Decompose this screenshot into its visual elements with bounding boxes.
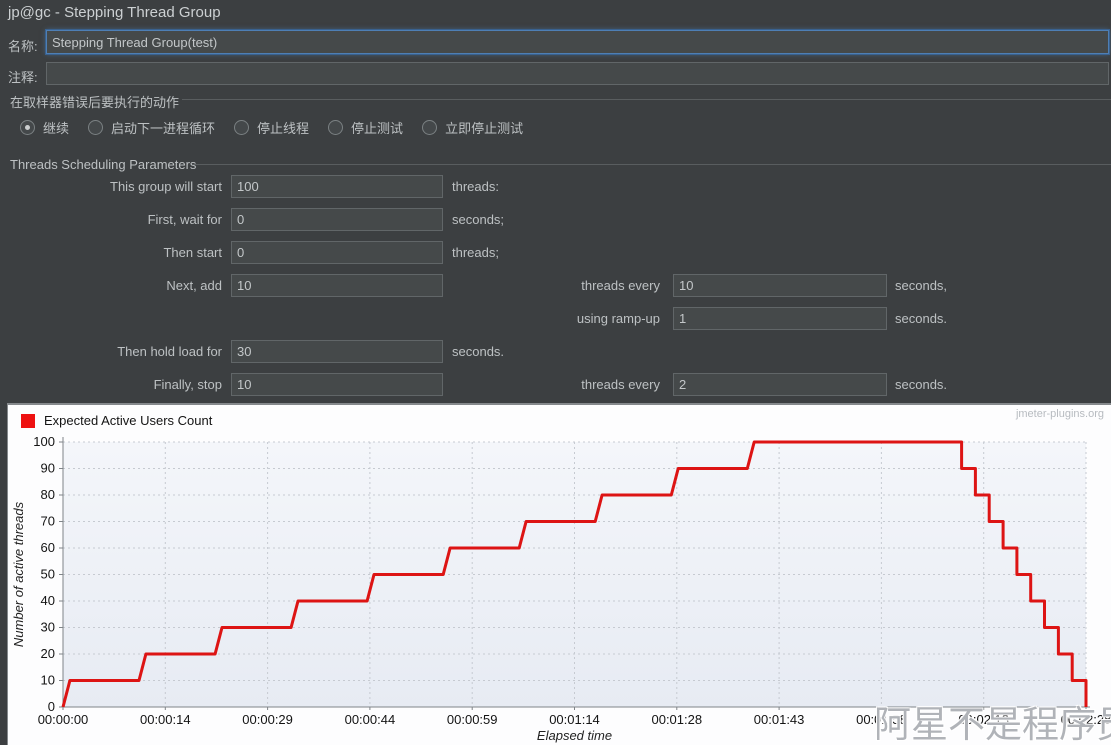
radio-button-icon[interactable] [88, 120, 103, 135]
radio-button-icon[interactable] [328, 120, 343, 135]
field-suffix: seconds. [452, 344, 504, 359]
field-suffix: seconds; [452, 212, 504, 227]
page-title: jp@gc - Stepping Thread Group [8, 4, 221, 21]
row-hold-load: Then hold load for seconds. [0, 340, 1111, 364]
then-start-input[interactable] [231, 241, 443, 264]
svg-text:80: 80 [41, 487, 55, 502]
comment-input[interactable] [46, 62, 1109, 85]
group-will-start-input[interactable] [231, 175, 443, 198]
svg-text:00:00:29: 00:00:29 [242, 712, 293, 727]
svg-text:00:01:28: 00:01:28 [651, 712, 702, 727]
field-suffix: seconds. [895, 377, 947, 392]
expected-users-chart-panel: Expected Active Users Count jmeter-plugi… [7, 403, 1111, 745]
name-label: 名称: [8, 36, 38, 55]
radio-button-icon[interactable] [234, 120, 249, 135]
svg-text:00:00:44: 00:00:44 [345, 712, 396, 727]
field-suffix: seconds. [895, 311, 947, 326]
row-group-will-start: This group will start threads: [0, 175, 1111, 199]
field-label: This group will start [110, 179, 222, 194]
radio-stop-thread[interactable]: 停止线程 [234, 118, 309, 137]
svg-text:Elapsed time: Elapsed time [537, 728, 612, 743]
svg-text:70: 70 [41, 514, 55, 529]
radio-label: 停止线程 [257, 118, 309, 137]
row-then-start: Then start threads; [0, 241, 1111, 265]
svg-text:100: 100 [33, 434, 55, 449]
stepping-thread-group-window: { "window": { "title": "jp@gc - Stepping… [0, 0, 1111, 745]
radio-stop-test[interactable]: 停止测试 [328, 118, 403, 137]
radio-continue[interactable]: 继续 [20, 118, 69, 137]
error-action-radio-group: 继续 启动下一进程循环 停止线程 停止测试 立即停止测试 [20, 118, 523, 137]
error-action-divider [182, 99, 1111, 100]
scheduling-divider [192, 164, 1111, 165]
svg-text:00:00:00: 00:00:00 [38, 712, 89, 727]
radio-button-icon[interactable] [422, 120, 437, 135]
svg-text:00:01:14: 00:01:14 [549, 712, 600, 727]
svg-text:10: 10 [41, 673, 55, 688]
svg-text:Number of active threads: Number of active threads [11, 501, 26, 647]
legend-label: Expected Active Users Count [44, 413, 212, 428]
svg-text:50: 50 [41, 567, 55, 582]
field-suffix: threads; [452, 245, 499, 260]
scheduling-title: Threads Scheduling Parameters [10, 157, 196, 172]
field-label: Then hold load for [117, 344, 222, 359]
name-input[interactable] [46, 30, 1109, 54]
svg-text:20: 20 [41, 646, 55, 661]
chart-legend: Expected Active Users Count [21, 413, 212, 428]
svg-text:60: 60 [41, 540, 55, 555]
radio-label: 立即停止测试 [445, 118, 523, 137]
svg-text:00:00:14: 00:00:14 [140, 712, 191, 727]
finally-stop-input[interactable] [231, 373, 443, 396]
legend-color-swatch [21, 414, 35, 428]
row-first-wait: First, wait for seconds; [0, 208, 1111, 232]
field-label: using ramp-up [577, 311, 660, 326]
field-suffix: threads: [452, 179, 499, 194]
axing-watermark: 阿星不是程序员 [874, 694, 1111, 745]
field-label: threads every [581, 278, 660, 293]
ramp-up-input[interactable] [673, 307, 887, 330]
svg-text:90: 90 [41, 461, 55, 476]
svg-text:00:01:43: 00:01:43 [754, 712, 805, 727]
field-label: threads every [581, 377, 660, 392]
radio-button-icon[interactable] [20, 120, 35, 135]
row-ramp-up: using ramp-up seconds. [0, 307, 1111, 331]
stop-threads-every-input[interactable] [673, 373, 887, 396]
next-add-input[interactable] [231, 274, 443, 297]
field-label: Next, add [166, 278, 222, 293]
radio-label: 继续 [43, 118, 69, 137]
svg-text:00:00:59: 00:00:59 [447, 712, 498, 727]
row-next-add: Next, add threads every seconds, [0, 274, 1111, 298]
radio-stop-test-now[interactable]: 立即停止测试 [422, 118, 523, 137]
radio-label: 启动下一进程循环 [111, 118, 215, 137]
error-action-title: 在取样器错误后要执行的动作 [10, 92, 179, 111]
radio-start-next-loop[interactable]: 启动下一进程循环 [88, 118, 215, 137]
field-label: Finally, stop [154, 377, 222, 392]
row-finally-stop: Finally, stop threads every seconds. [0, 373, 1111, 397]
hold-load-input[interactable] [231, 340, 443, 363]
field-label: Then start [163, 245, 222, 260]
svg-text:40: 40 [41, 593, 55, 608]
svg-text:30: 30 [41, 620, 55, 635]
jmeter-plugins-watermark: jmeter-plugins.org [1016, 408, 1104, 420]
field-label: First, wait for [148, 212, 222, 227]
comment-label: 注释: [8, 67, 38, 86]
first-wait-input[interactable] [231, 208, 443, 231]
field-suffix: seconds, [895, 278, 947, 293]
radio-label: 停止测试 [351, 118, 403, 137]
add-threads-every-input[interactable] [673, 274, 887, 297]
